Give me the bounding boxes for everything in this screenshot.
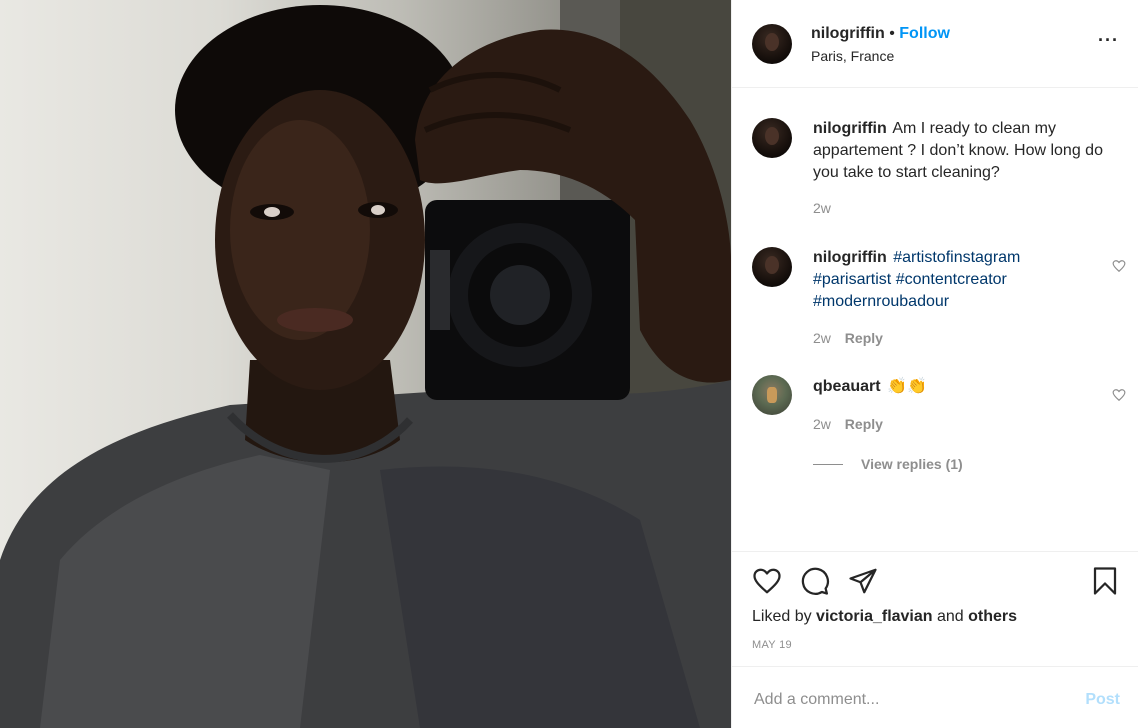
commenter-avatar[interactable] [752,375,792,415]
post-image [0,0,731,728]
likes-others-link[interactable]: others [968,608,1017,625]
post-button[interactable]: Post [1085,691,1120,709]
clap-emoji: 👏👏 [887,378,927,395]
separator-dot: • [889,25,895,42]
replies-divider-line [813,463,843,465]
post-header: nilogriffin • Follow Paris, France ··· [732,0,1138,88]
view-replies-label: View replies (1) [861,456,963,472]
likes-and: and [937,608,964,625]
bookmark-icon[interactable] [1090,566,1120,596]
post-side-panel: nilogriffin • Follow Paris, France ··· n… [731,0,1138,728]
hashtag-link[interactable]: #parisartist [813,271,891,288]
hashtag-link[interactable]: #artistofinstagram [893,249,1020,266]
reply-button[interactable]: Reply [845,416,883,432]
caption-time[interactable]: 2w [813,200,831,216]
likes-user-link[interactable]: victoria_flavian [816,608,933,625]
follow-button[interactable]: Follow [899,25,950,42]
action-section: Liked by victoria_flavian and others MAY… [732,551,1138,666]
caption-username[interactable]: nilogriffin [813,120,887,137]
view-replies-button[interactable]: View replies (1) [813,456,963,472]
more-icon[interactable]: ··· [1098,31,1120,51]
reply-button[interactable]: Reply [845,330,883,346]
comment-meta: 2w Reply [813,330,883,346]
add-comment-section: Post [732,666,1138,728]
likes-prefix: Liked by [752,608,812,625]
post-date[interactable]: MAY 19 [752,639,792,651]
heart-icon[interactable] [752,566,782,596]
caption-text-block: nilogriffin Am I ready to clean my appar… [813,118,1113,184]
hashtag-text-block: nilogriffin #artistofinstagram #parisart… [813,247,1093,313]
comment-avatar[interactable] [752,247,792,287]
comment-like-icon[interactable] [1112,259,1126,273]
hashtag-link[interactable]: #contentcreator [896,271,1007,288]
post-photo[interactable] [0,0,731,728]
comment-username[interactable]: nilogriffin [813,249,887,266]
author-username[interactable]: nilogriffin [811,25,885,42]
caption-avatar[interactable] [752,118,792,158]
commenter-meta: 2w Reply [813,416,883,432]
post-location[interactable]: Paris, France [811,48,894,64]
commenter-username[interactable]: qbeauart [813,378,881,395]
comment-like-icon[interactable] [1112,388,1126,402]
author-avatar[interactable] [752,24,792,64]
likes-summary: Liked by victoria_flavian and others [752,608,1017,626]
caption-meta: 2w [813,200,831,216]
qbeauart-text-block: qbeauart 👏👏 [813,376,1113,398]
comment-icon[interactable] [800,566,830,596]
comment-time[interactable]: 2w [813,330,831,346]
share-icon[interactable] [848,566,878,596]
hashtag-link[interactable]: #modernroubadour [813,293,949,310]
comment-input[interactable] [752,687,1056,713]
commenter-time[interactable]: 2w [813,416,831,432]
